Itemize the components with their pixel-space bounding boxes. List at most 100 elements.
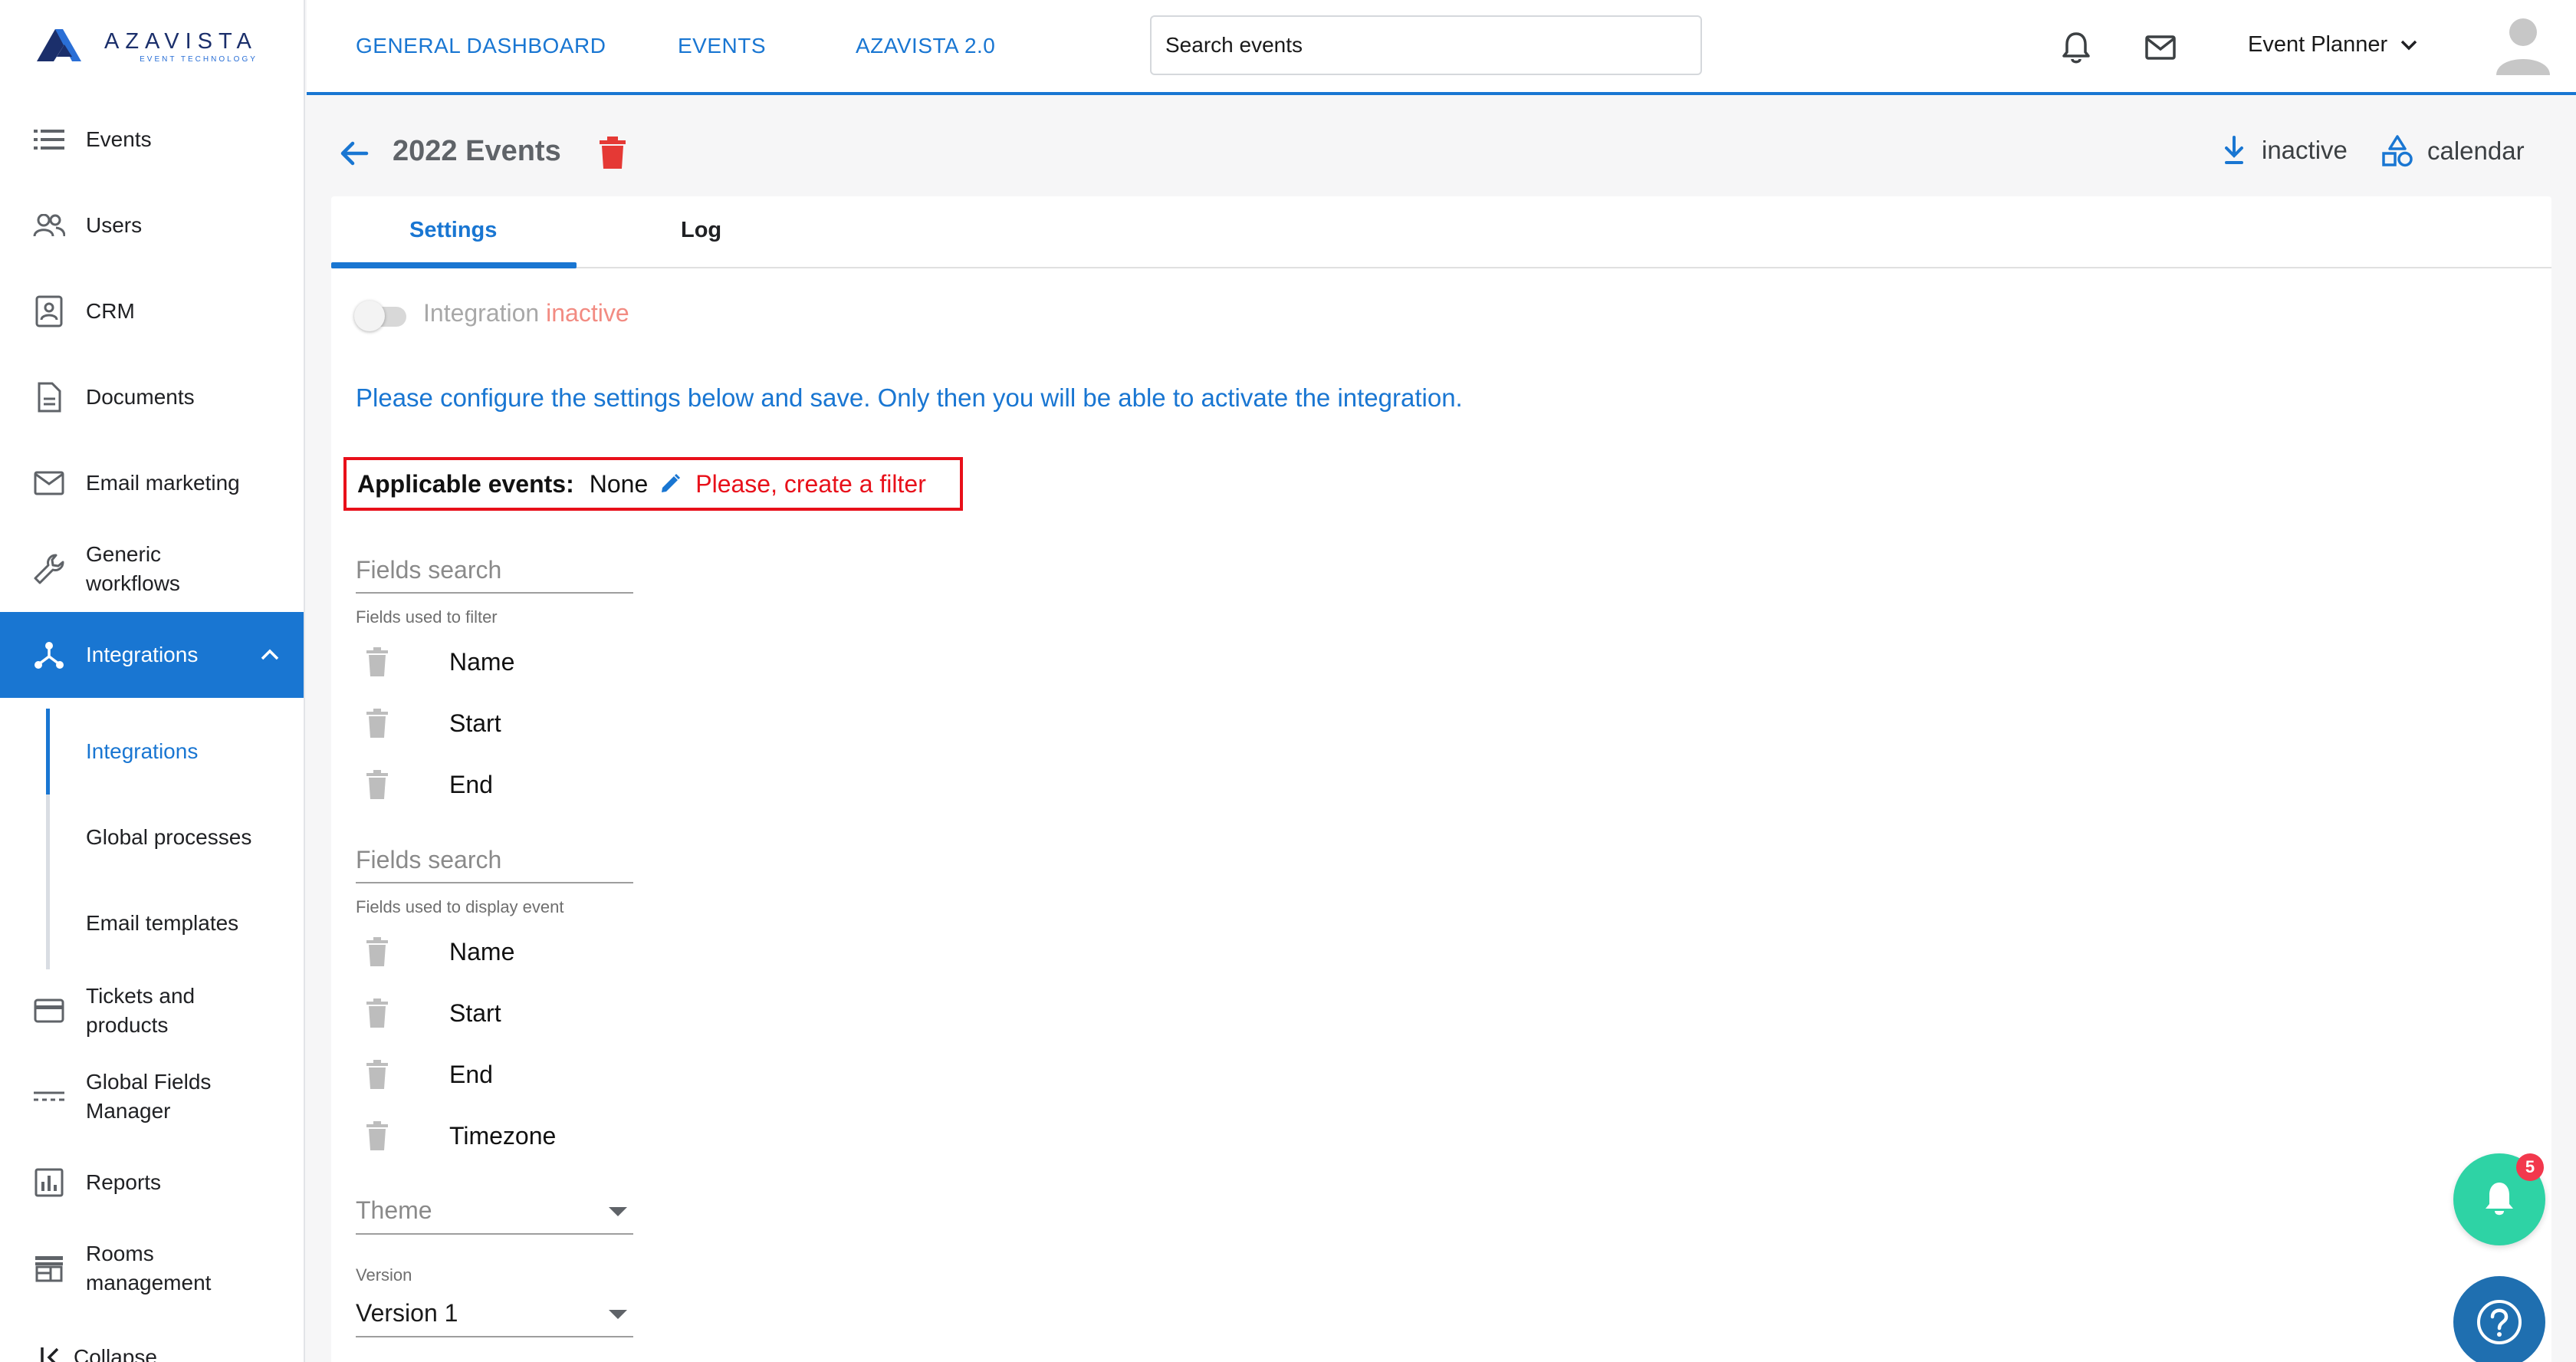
sidebar-item-crm[interactable]: CRM — [0, 294, 304, 328]
delete-field-icon[interactable] — [365, 646, 389, 677]
field-name: End — [449, 1060, 493, 1088]
bell-icon — [2486, 1183, 2513, 1216]
calendar-button[interactable]: calendar — [2381, 135, 2525, 167]
users-icon — [32, 209, 66, 242]
dropdown-arrow-icon — [609, 1207, 627, 1216]
help-button[interactable] — [2453, 1276, 2545, 1362]
messages-icon[interactable] — [2144, 31, 2177, 64]
fields-icon — [32, 1080, 66, 1114]
sidebar-item-label: CRM — [86, 299, 135, 323]
field-name: End — [449, 770, 493, 798]
submenu-active-indicator — [46, 709, 50, 794]
export-inactive-label: inactive — [2262, 136, 2348, 164]
subnav-global-processes[interactable]: Global processes — [86, 825, 251, 850]
sidebar-item-documents[interactable]: Documents — [0, 380, 304, 414]
list-item: Start — [365, 704, 501, 742]
azavista-logo[interactable]: AZAVISTA EVENT TECHNOLOGY — [37, 26, 258, 64]
integration-state: inactive — [546, 299, 629, 327]
sidebar-item-users[interactable]: Users — [0, 209, 304, 242]
version-caption: Version — [356, 1265, 412, 1285]
tab-bar: Settings Log — [331, 196, 2551, 268]
sidebar-item-label: Reports — [86, 1170, 162, 1194]
active-tab-indicator — [331, 262, 577, 268]
sidebar-item-generic-workflows[interactable]: Generic workflows — [0, 540, 304, 598]
field-name: Start — [449, 709, 501, 737]
field-name: Timezone — [449, 1121, 557, 1150]
logo-mark-icon — [37, 29, 81, 61]
collapse-icon — [34, 1341, 67, 1362]
configure-info-text: Please configure the settings below and … — [356, 383, 1463, 412]
brand-tagline: EVENT TECHNOLOGY — [140, 55, 258, 64]
nav-events[interactable]: EVENTS — [678, 34, 766, 58]
field-name: Start — [449, 998, 501, 1027]
sidebar-item-rooms-management[interactable]: Rooms management — [0, 1239, 304, 1298]
search-input[interactable] — [1150, 15, 1702, 75]
delete-field-icon[interactable] — [365, 1059, 389, 1090]
delete-field-icon[interactable] — [365, 708, 389, 739]
delete-field-icon[interactable] — [365, 1120, 389, 1151]
create-filter-warning[interactable]: Please, create a filter — [695, 470, 926, 498]
download-icon — [2225, 136, 2243, 164]
edit-pencil-icon[interactable] — [659, 472, 682, 495]
delete-icon[interactable] — [596, 135, 629, 170]
filter-fields-search-input[interactable] — [356, 548, 633, 594]
nav-general-dashboard[interactable]: GENERAL DASHBOARD — [356, 34, 606, 58]
list-item: End — [365, 765, 493, 804]
theme-placeholder: Theme — [356, 1196, 432, 1224]
user-menu[interactable]: Event Planner — [2248, 32, 2420, 58]
collapse-button[interactable]: Collapse — [0, 1341, 304, 1362]
delete-field-icon[interactable] — [365, 936, 389, 967]
field-name: Name — [449, 647, 515, 676]
sidebar-item-label: Integrations — [86, 643, 199, 666]
list-item: End — [365, 1055, 493, 1094]
theme-select[interactable]: Theme — [356, 1192, 633, 1235]
chevron-down-icon — [2400, 40, 2417, 50]
avatar[interactable] — [2493, 14, 2553, 75]
list-item: Start — [365, 994, 501, 1032]
tab-settings[interactable]: Settings — [409, 218, 497, 243]
subnav-email-templates[interactable]: Email templates — [86, 911, 238, 936]
sidebar-item-global-fields-manager[interactable]: Global Fields Manager — [0, 1068, 304, 1126]
display-fields-caption: Fields used to display event — [356, 897, 564, 916]
top-bar: GENERAL DASHBOARD EVENTS AZAVISTA 2.0 Ev… — [307, 0, 2576, 95]
delete-field-icon[interactable] — [365, 769, 389, 800]
sidebar-item-tickets-products[interactable]: Tickets and products — [0, 982, 304, 1040]
list-item: Name — [365, 933, 514, 971]
brand-name: AZAVISTA — [104, 29, 258, 54]
chevron-up-icon[interactable] — [258, 643, 282, 667]
help-icon — [2477, 1300, 2522, 1344]
sidebar-item-integrations[interactable]: Integrations — [0, 612, 304, 698]
integration-toggle[interactable] — [354, 299, 412, 333]
card-icon — [32, 994, 66, 1028]
applicable-events-value: None — [589, 469, 649, 498]
wrench-icon — [32, 552, 66, 586]
back-arrow-icon[interactable] — [337, 137, 371, 170]
page-title: 2022 Events — [393, 135, 561, 167]
sidebar-item-events[interactable]: Events — [0, 123, 304, 156]
version-value: Version 1 — [356, 1299, 458, 1327]
version-select[interactable]: Version 1 — [356, 1295, 633, 1337]
sidebar-item-email-marketing[interactable]: Email marketing — [0, 466, 304, 500]
nav-azavista-2[interactable]: AZAVISTA 2.0 — [856, 34, 995, 58]
display-fields-search-input[interactable] — [356, 837, 633, 883]
sidebar-item-label: Global Fields Manager — [86, 1070, 212, 1123]
applicable-events-row: Applicable events: None Please, create a… — [343, 457, 963, 511]
field-name: Name — [449, 937, 515, 966]
notification-bell-icon[interactable] — [2059, 31, 2093, 64]
subnav-integrations[interactable]: Integrations — [86, 739, 198, 764]
shapes-icon — [2382, 135, 2413, 167]
sidebar-item-label: Rooms management — [86, 1242, 212, 1295]
dropdown-arrow-icon — [609, 1310, 627, 1319]
collapse-label: Collapse — [74, 1345, 157, 1362]
tab-log[interactable]: Log — [681, 218, 721, 243]
export-inactive-button[interactable]: inactive — [2220, 135, 2348, 166]
integration-label: Integration — [423, 299, 540, 327]
integrations-icon — [32, 638, 66, 672]
list-item: Timezone — [365, 1117, 556, 1155]
sidebar-item-reports[interactable]: Reports — [0, 1166, 304, 1199]
integration-status: Integration inactive — [423, 299, 629, 327]
sidebar-item-label: Events — [86, 127, 152, 151]
delete-field-icon[interactable] — [365, 998, 389, 1028]
sidebar-item-label: Users — [86, 213, 143, 237]
notification-count-badge: 5 — [2516, 1153, 2544, 1181]
